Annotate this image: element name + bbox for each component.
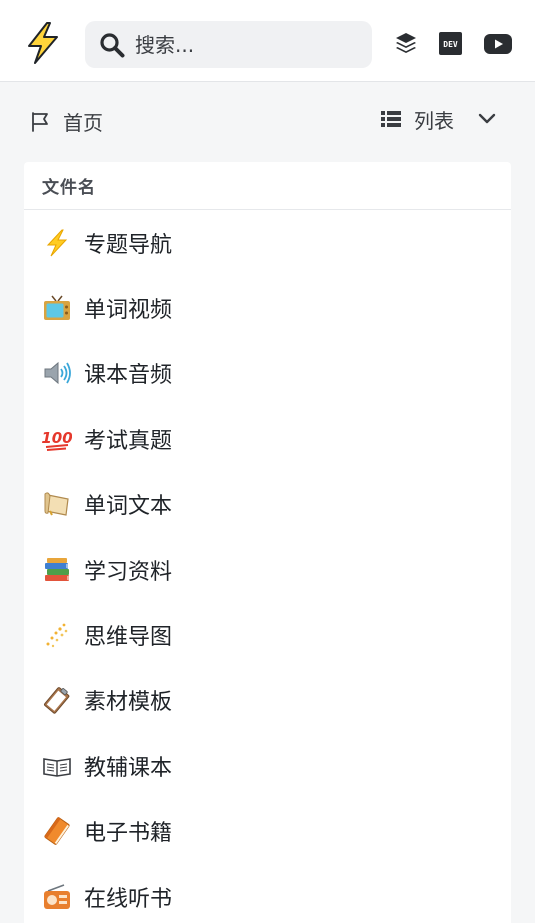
toolbar: 首页 列表 bbox=[0, 96, 535, 146]
open-book-icon bbox=[43, 757, 71, 777]
youtube-icon[interactable] bbox=[484, 33, 512, 55]
view-switch-label: 列表 bbox=[414, 108, 454, 133]
list-item-label: 素材模板 bbox=[84, 690, 173, 716]
list-item[interactable]: 教辅课本 bbox=[24, 733, 511, 798]
lightning-logo-icon[interactable] bbox=[26, 22, 60, 64]
list-item[interactable]: 课本音频 bbox=[24, 341, 511, 406]
list-item[interactable]: 素材模板 bbox=[24, 668, 511, 733]
flag-icon bbox=[32, 111, 48, 132]
list-item[interactable]: 电子书籍 bbox=[24, 799, 511, 864]
sparkles-icon bbox=[46, 623, 68, 648]
view-switch[interactable]: 列表 bbox=[381, 104, 496, 134]
chevron-down-icon[interactable] bbox=[478, 110, 496, 128]
list-item[interactable]: 单词视频 bbox=[24, 275, 511, 340]
list-item[interactable]: 学习资料 bbox=[24, 537, 511, 602]
top-bar: DEV bbox=[0, 0, 535, 82]
high-voltage-icon bbox=[46, 229, 68, 257]
list-item-label: 单词视频 bbox=[84, 298, 173, 324]
layers-icon[interactable] bbox=[394, 31, 418, 55]
clipboard-icon bbox=[44, 687, 70, 715]
list-item-label: 在线听书 bbox=[84, 886, 173, 912]
search-input[interactable] bbox=[135, 21, 360, 68]
radio-icon bbox=[44, 883, 70, 909]
books-icon bbox=[45, 557, 69, 581]
list-item-label: 课本音频 bbox=[84, 363, 173, 389]
breadcrumb-label: 首页 bbox=[63, 110, 103, 135]
search-icon bbox=[100, 33, 125, 58]
search-box[interactable] bbox=[85, 21, 372, 68]
list-item-label: 专题导航 bbox=[84, 232, 173, 258]
list-item[interactable]: 思维导图 bbox=[24, 602, 511, 667]
list-item-label: 单词文本 bbox=[84, 494, 173, 520]
file-list: 文件名 专题导航 单词视频 课本音频 100 考试真题 单词文本 学习资料 思维… bbox=[24, 162, 511, 923]
column-header-filename: 文件名 bbox=[42, 178, 96, 198]
list-item-label: 教辅课本 bbox=[84, 755, 173, 781]
list-item-label: 学习资料 bbox=[84, 559, 173, 585]
list-item-label: 考试真题 bbox=[84, 428, 173, 454]
svg-text:DEV: DEV bbox=[443, 40, 458, 49]
file-list-header: 文件名 bbox=[24, 162, 511, 210]
list-item[interactable]: 单词文本 bbox=[24, 472, 511, 537]
list-item-label: 电子书籍 bbox=[84, 821, 173, 847]
scroll-icon bbox=[44, 492, 69, 516]
hundred-points-icon: 100 bbox=[42, 429, 72, 451]
list-icon bbox=[381, 111, 401, 127]
list-item[interactable]: 100 考试真题 bbox=[24, 406, 511, 471]
list-item[interactable]: 专题导航 bbox=[24, 210, 511, 275]
speaker-icon bbox=[44, 362, 71, 385]
dev-icon[interactable]: DEV bbox=[439, 32, 462, 55]
list-item-label: 思维导图 bbox=[84, 625, 173, 651]
list-item[interactable]: 在线听书 bbox=[24, 864, 511, 923]
breadcrumb-home[interactable]: 首页 bbox=[30, 106, 103, 136]
television-icon bbox=[44, 295, 70, 321]
orange-book-icon bbox=[44, 817, 70, 845]
